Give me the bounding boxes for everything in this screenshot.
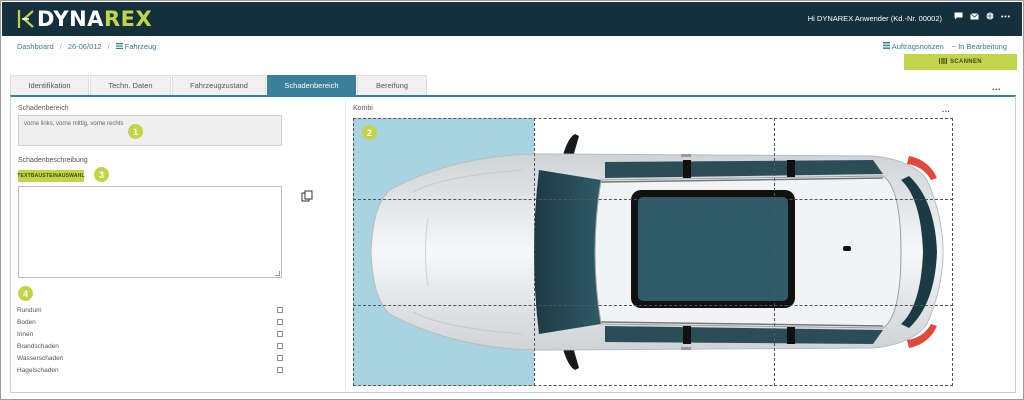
logo-text: DYNAREX (37, 7, 153, 31)
checkbox-innen[interactable] (277, 331, 283, 337)
checkbox-boden[interactable] (277, 319, 283, 325)
marker-badge-1: 1 (128, 124, 143, 139)
order-links: Auftragsnotizen ~ In Bearbeitung (882, 42, 1007, 51)
breadcrumb-dashboard[interactable]: Dashboard (17, 42, 54, 51)
damage-description-label: Schadenbeschreibung (18, 157, 88, 164)
app-window: DYNAREX Hi DYNAREX Anwender (Kd.-Nr. 000… (0, 0, 1024, 400)
dash-icon: ~ (951, 42, 957, 51)
top-bar: DYNAREX Hi DYNAREX Anwender (Kd.-Nr. 000… (2, 2, 1022, 36)
breadcrumb: Dashboard / 26-06/012 / Fahrzeug (17, 42, 157, 51)
grid-list-icon (882, 42, 890, 51)
breadcrumb-order[interactable]: 26-06/012 (68, 42, 102, 51)
checkbox-row-wasserschaden[interactable]: Wasserschaden (17, 353, 283, 363)
tab-fahrzeugzustand[interactable]: Fahrzeugzustand (172, 75, 266, 95)
checkbox-row-boden[interactable]: Boden (17, 317, 283, 327)
vehicle-type-label: Kombi (353, 105, 373, 112)
tab-bereifung[interactable]: Bereifung (357, 75, 427, 95)
marker-badge-3: 3 (94, 167, 109, 182)
damage-panel: Schadenbereich vorne links, vorne mittig… (10, 95, 1016, 393)
copy-icon[interactable] (301, 189, 313, 207)
checkbox-row-brandschaden[interactable]: Brandschaden (17, 341, 283, 351)
tab-more-button[interactable]: ... (992, 82, 1001, 92)
breadcrumb-vehicle: Fahrzeug (124, 42, 157, 51)
barcode-icon (939, 58, 948, 66)
globe-icon[interactable] (986, 12, 994, 20)
list-icon (115, 42, 123, 51)
breadcrumb-current[interactable]: Fahrzeug (115, 42, 157, 51)
marker-badge-4: 4 (18, 286, 33, 301)
checkbox-row-innen[interactable]: Innen (17, 329, 283, 339)
more-icon[interactable] (1001, 15, 1010, 18)
mail-icon[interactable] (970, 12, 979, 20)
user-greeting[interactable]: Hi DYNAREX Anwender (Kd.-Nr. 00002) (808, 14, 942, 23)
zone-outline (353, 118, 953, 386)
checkbox-row-rundum[interactable]: Rundum (17, 305, 283, 315)
damage-area-label: Schadenbereich (18, 105, 69, 112)
dynarex-logo[interactable]: DYNAREX (16, 8, 152, 30)
checkbox-brandschaden[interactable] (277, 343, 283, 349)
damage-area-field[interactable]: vorne links, vorne mittig, vorne rechts (18, 115, 282, 146)
checkbox-row-hagelschaden[interactable]: Hagelschaden (17, 365, 283, 375)
column-divider (345, 101, 346, 389)
logo-icon (16, 8, 36, 30)
tab-identifikation[interactable]: Identifikation (10, 75, 89, 95)
damage-description-textarea[interactable] (18, 186, 282, 278)
order-notes-link[interactable]: Auftragsnotizen (882, 42, 944, 51)
scan-button[interactable]: SCANNEN (904, 54, 1017, 70)
marker-badge-2: 2 (362, 125, 377, 140)
resize-handle[interactable] (275, 271, 280, 276)
text-module-button[interactable]: TEXTBAUSTEINAUSWAHL (17, 170, 85, 182)
tab-schadenbereich[interactable]: Schadenbereich (267, 75, 356, 95)
tab-bar: Identifikation Techn. Daten Fahrzeugzust… (10, 75, 428, 95)
damage-zone-diagram[interactable]: 2 (353, 118, 953, 386)
checkbox-hagelschaden[interactable] (277, 367, 283, 373)
checkbox-rundum[interactable] (277, 307, 283, 313)
vehicle-menu-button[interactable]: ... (942, 105, 950, 114)
tab-techn-daten[interactable]: Techn. Daten (90, 75, 171, 95)
chat-icon[interactable] (954, 12, 963, 20)
status-dropdown[interactable]: ~ In Bearbeitung (952, 42, 1007, 51)
checkbox-wasserschaden[interactable] (277, 355, 283, 361)
